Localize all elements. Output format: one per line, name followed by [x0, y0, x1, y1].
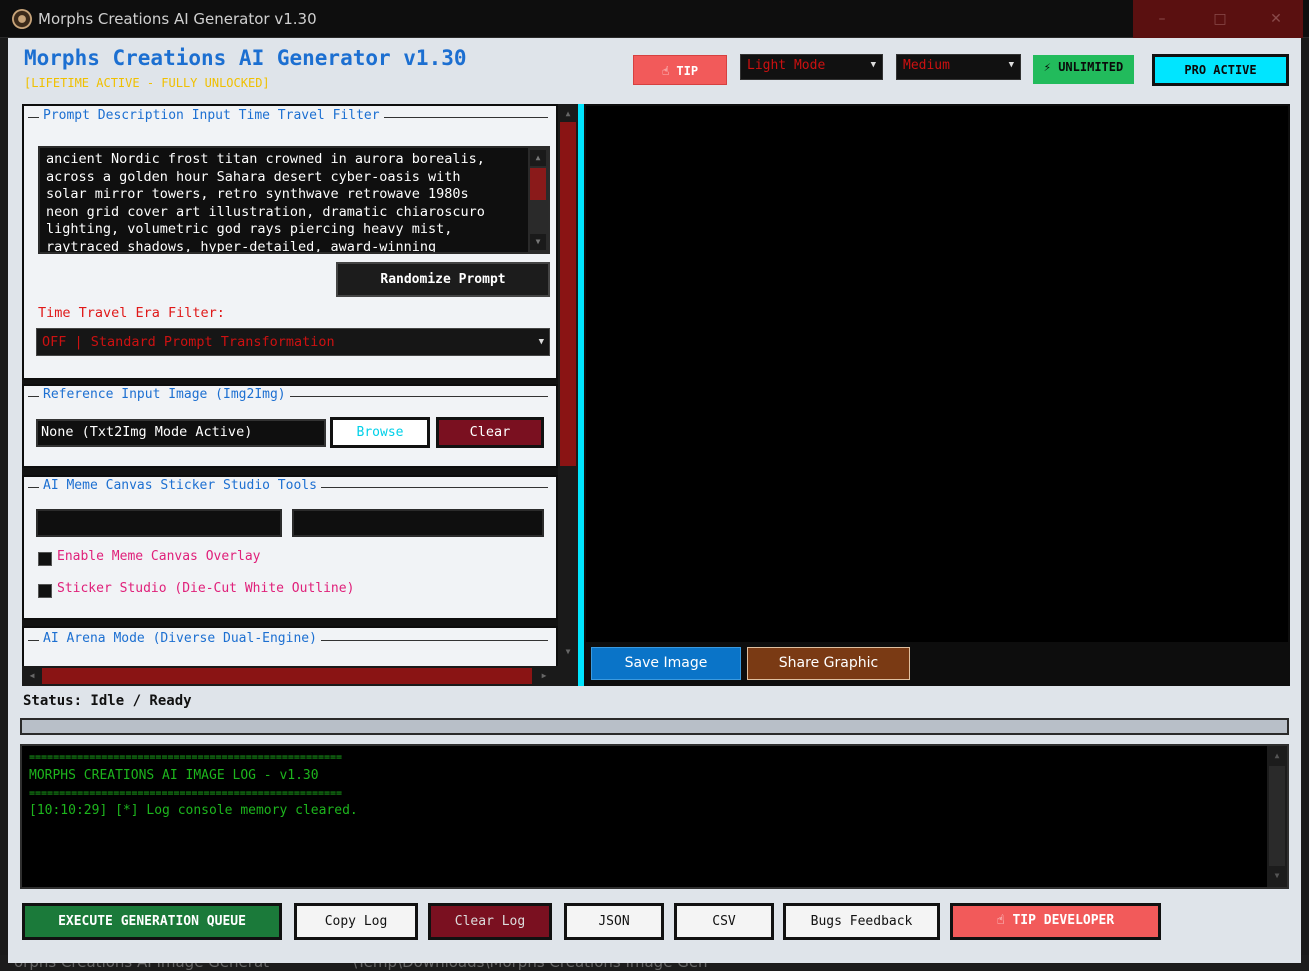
chevron-down-icon: ▼	[1008, 60, 1014, 70]
app-logo-icon	[12, 9, 32, 29]
sticker-studio-label[interactable]: Sticker Studio (Die-Cut White Outline)	[57, 581, 354, 596]
copy-log-button[interactable]: Copy Log	[294, 903, 418, 940]
log-scrollbar[interactable]: ▲ ▼	[1267, 746, 1287, 887]
clear-log-button[interactable]: Clear Log	[428, 903, 552, 940]
bugs-feedback-button[interactable]: Bugs Feedback	[783, 903, 940, 940]
reference-panel-legend: Reference Input Image (Img2Img)	[39, 387, 290, 402]
scroll-down-icon[interactable]: ▼	[560, 644, 576, 660]
scroll-up-icon[interactable]: ▲	[530, 150, 546, 166]
status-label: Status: Idle / Ready	[23, 693, 192, 709]
sticker-studio-checkbox[interactable]	[38, 584, 52, 598]
quality-select-value: Medium	[903, 58, 950, 73]
minimize-button[interactable]: –	[1133, 0, 1191, 38]
meme-overlay-checkbox[interactable]	[38, 552, 52, 566]
scroll-down-icon[interactable]: ▼	[1269, 868, 1285, 884]
meme-panel: AI Meme Canvas Sticker Studio Tools Enab…	[22, 475, 558, 620]
save-image-button[interactable]: Save Image	[591, 647, 741, 680]
maximize-button[interactable]: □	[1191, 0, 1249, 38]
reference-image-value: None (Txt2Img Mode Active)	[41, 424, 253, 440]
share-graphic-button[interactable]: Share Graphic	[747, 647, 910, 680]
arena-panel-legend: AI Arena Mode (Diverse Dual-Engine)	[39, 631, 321, 646]
randomize-prompt-button[interactable]: Randomize Prompt	[336, 262, 550, 297]
meme-panel-legend: AI Meme Canvas Sticker Studio Tools	[39, 478, 321, 493]
export-csv-button[interactable]: CSV	[674, 903, 774, 940]
execute-generation-button[interactable]: EXECUTE GENERATION QUEUE	[22, 903, 282, 940]
log-line: [10:10:29] [*] Log console memory cleare…	[29, 803, 358, 818]
tip-button[interactable]: ☝ TIP	[633, 55, 727, 85]
progress-bar	[20, 718, 1289, 735]
license-subtitle: [LIFETIME ACTIVE - FULLY UNLOCKED]	[24, 76, 270, 90]
reference-panel: Reference Input Image (Img2Img) None (Tx…	[22, 384, 558, 468]
pro-active-badge: PRO ACTIVE	[1152, 54, 1289, 86]
log-line: MORPHS CREATIONS AI IMAGE LOG - v1.30	[29, 768, 319, 783]
left-horizontal-scrollbar[interactable]: ◀ ▶	[22, 666, 578, 686]
log-scroll-track[interactable]	[1269, 766, 1285, 866]
preview-canvas	[586, 106, 1288, 642]
chevron-down-icon: ▼	[538, 337, 544, 347]
meme-bottom-text-input[interactable]	[292, 509, 544, 537]
left-scroll-thumb[interactable]	[560, 122, 576, 466]
era-filter-label: Time Travel Era Filter:	[38, 305, 225, 321]
window-title: Morphs Creations AI Generator v1.30	[38, 10, 317, 28]
chevron-down-icon: ▼	[870, 60, 876, 70]
window-titlebar[interactable]: Morphs Creations AI Generator v1.30 – □ …	[0, 0, 1309, 38]
prompt-textarea[interactable]: ancient Nordic frost titan crowned in au…	[38, 146, 550, 254]
log-console[interactable]: ========================================…	[20, 744, 1289, 889]
scroll-right-icon[interactable]: ▶	[536, 668, 552, 684]
unlimited-badge: ⚡ UNLIMITED	[1033, 55, 1134, 84]
prompt-scroll-thumb[interactable]	[530, 168, 546, 200]
quality-select[interactable]: Medium ▼	[896, 54, 1021, 80]
prompt-scrollbar[interactable]: ▲ ▼	[528, 148, 548, 252]
log-content: ========================================…	[29, 749, 1259, 819]
scroll-left-icon[interactable]: ◀	[24, 668, 40, 684]
prompt-text: ancient Nordic frost titan crowned in au…	[46, 151, 485, 254]
reference-image-field[interactable]: None (Txt2Img Mode Active)	[36, 419, 326, 447]
clear-reference-button[interactable]: Clear	[436, 417, 544, 448]
prompt-panel: Prompt Description Input Time Travel Fil…	[22, 104, 558, 380]
era-filter-select[interactable]: OFF | Standard Prompt Transformation ▼	[36, 328, 550, 356]
scroll-down-icon[interactable]: ▼	[530, 234, 546, 250]
browse-button[interactable]: Browse	[330, 417, 430, 448]
theme-select-value: Light Mode	[747, 58, 826, 73]
meme-overlay-label[interactable]: Enable Meme Canvas Overlay	[57, 549, 261, 564]
image-preview-area: Save Image Share Graphic	[584, 104, 1290, 686]
era-filter-value: OFF | Standard Prompt Transformation	[42, 334, 335, 350]
log-line: ========================================…	[29, 752, 343, 763]
export-json-button[interactable]: JSON	[564, 903, 664, 940]
meme-top-text-input[interactable]	[36, 509, 282, 537]
left-settings-area: Prompt Description Input Time Travel Fil…	[22, 104, 578, 686]
prompt-panel-legend: Prompt Description Input Time Travel Fil…	[39, 108, 384, 123]
scroll-up-icon[interactable]: ▲	[1269, 748, 1285, 764]
close-button[interactable]: ✕	[1249, 0, 1303, 38]
horizontal-scroll-thumb[interactable]	[42, 668, 532, 684]
app-title: Morphs Creations AI Generator v1.30	[24, 46, 467, 70]
left-vertical-scrollbar[interactable]: ▲ ▼	[558, 104, 578, 666]
tip-developer-button[interactable]: ☝ TIP DEVELOPER	[950, 903, 1161, 940]
log-line: ========================================…	[29, 788, 343, 799]
theme-select[interactable]: Light Mode ▼	[740, 54, 883, 80]
scroll-up-icon[interactable]: ▲	[560, 106, 576, 122]
